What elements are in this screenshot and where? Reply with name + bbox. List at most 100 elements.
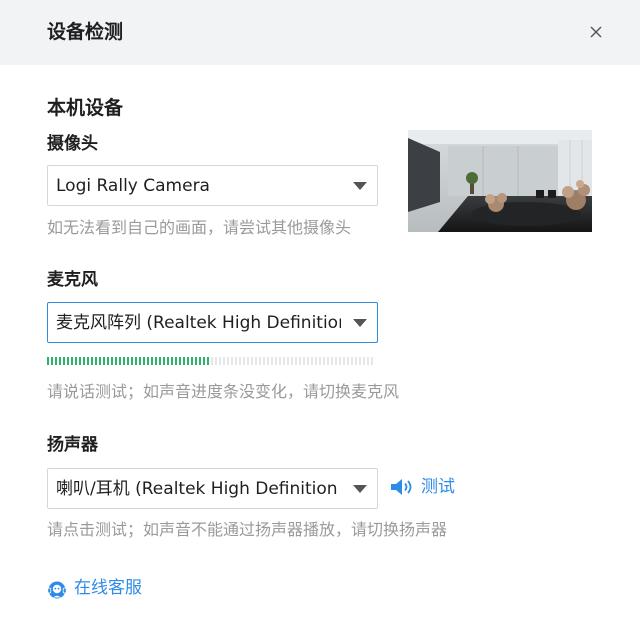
level-segment-active	[135, 357, 137, 365]
camera-select[interactable]: Logi Rally Camera	[47, 165, 378, 206]
level-segment-inactive	[255, 357, 257, 365]
level-segment-active	[159, 357, 161, 365]
level-segment-active	[59, 357, 61, 365]
level-segment-active	[155, 357, 157, 365]
camera-select-value: Logi Rally Camera	[56, 176, 210, 196]
level-segment-active	[67, 357, 69, 365]
level-segment-active	[79, 357, 81, 365]
dialog-title: 设备检测	[47, 21, 124, 43]
speaker-hint: 请点击测试；如声音不能通过扬声器播放，请切换扬声器	[47, 520, 448, 539]
level-segment-inactive	[263, 357, 265, 365]
speaker-test-label: 测试	[421, 477, 455, 497]
caret-down-icon	[353, 182, 367, 190]
level-segment-inactive	[247, 357, 249, 365]
camera-hint: 如无法看到自己的画面，请尝试其他摄像头	[47, 218, 352, 237]
level-segment-inactive	[311, 357, 313, 365]
level-segment-active	[187, 357, 189, 365]
caret-down-icon	[353, 485, 367, 493]
level-segment-inactive	[231, 357, 233, 365]
close-icon	[590, 26, 602, 38]
level-segment-active	[143, 357, 145, 365]
level-segment-active	[51, 357, 53, 365]
level-segment-active	[203, 357, 205, 365]
level-segment-active	[183, 357, 185, 365]
level-segment-inactive	[267, 357, 269, 365]
microphone-label: 麦克风	[47, 270, 98, 290]
level-segment-inactive	[355, 357, 357, 365]
level-segment-active	[83, 357, 85, 365]
level-segment-active	[127, 357, 129, 365]
level-segment-active	[99, 357, 101, 365]
level-segment-active	[199, 357, 201, 365]
level-segment-inactive	[259, 357, 261, 365]
level-segment-active	[71, 357, 73, 365]
level-segment-inactive	[335, 357, 337, 365]
dialog-header: 设备检测	[0, 0, 640, 65]
level-segment-active	[87, 357, 89, 365]
level-segment-inactive	[347, 357, 349, 365]
level-segment-active	[139, 357, 141, 365]
speaker-select-value: 喇叭/耳机 (Realtek High Definition Audio)	[56, 479, 341, 499]
speaker-select[interactable]: 喇叭/耳机 (Realtek High Definition Audio)	[47, 468, 378, 509]
level-segment-inactive	[251, 357, 253, 365]
close-button[interactable]	[584, 20, 608, 44]
level-segment-active	[123, 357, 125, 365]
level-segment-inactive	[327, 357, 329, 365]
level-segment-inactive	[283, 357, 285, 365]
level-segment-inactive	[275, 357, 277, 365]
camera-preview	[408, 130, 592, 232]
level-segment-inactive	[291, 357, 293, 365]
level-segment-active	[119, 357, 121, 365]
level-segment-inactive	[367, 357, 369, 365]
level-segment-active	[179, 357, 181, 365]
level-segment-active	[131, 357, 133, 365]
level-segment-active	[107, 357, 109, 365]
online-service-label: 在线客服	[74, 578, 142, 598]
speaker-icon	[391, 479, 412, 495]
level-segment-active	[91, 357, 93, 365]
level-segment-inactive	[363, 357, 365, 365]
level-segment-active	[175, 357, 177, 365]
level-segment-active	[207, 357, 209, 365]
level-segment-inactive	[219, 357, 221, 365]
device-check-dialog: 设备检测 本机设备 摄像头 Logi Rally Camera 如无法看到自己的…	[0, 0, 640, 640]
level-segment-inactive	[319, 357, 321, 365]
level-segment-active	[171, 357, 173, 365]
level-segment-inactive	[239, 357, 241, 365]
microphone-hint: 请说话测试；如声音进度条没变化，请切换麦克风	[47, 382, 400, 401]
level-segment-inactive	[343, 357, 345, 365]
customer-service-icon	[47, 581, 67, 599]
level-segment-inactive	[223, 357, 225, 365]
level-segment-inactive	[271, 357, 273, 365]
level-segment-active	[115, 357, 117, 365]
level-segment-active	[167, 357, 169, 365]
camera-label: 摄像头	[47, 134, 98, 154]
online-service-link[interactable]: 在线客服	[47, 577, 167, 601]
level-segment-active	[75, 357, 77, 365]
level-segment-inactive	[323, 357, 325, 365]
level-segment-inactive	[339, 357, 341, 365]
level-segment-inactive	[235, 357, 237, 365]
microphone-select-value: 麦克风阵列 (Realtek High Definition Audio)	[56, 313, 341, 333]
level-segment-inactive	[279, 357, 281, 365]
level-segment-inactive	[371, 357, 373, 365]
level-segment-inactive	[227, 357, 229, 365]
level-segment-active	[195, 357, 197, 365]
level-segment-inactive	[307, 357, 309, 365]
level-segment-active	[55, 357, 57, 365]
camera-preview-image	[408, 130, 592, 232]
microphone-select[interactable]: 麦克风阵列 (Realtek High Definition Audio)	[47, 302, 378, 343]
speaker-label: 扬声器	[47, 435, 98, 455]
section-title-local-devices: 本机设备	[47, 97, 124, 119]
level-segment-inactive	[287, 357, 289, 365]
level-segment-inactive	[315, 357, 317, 365]
level-segment-inactive	[351, 357, 353, 365]
level-segment-inactive	[299, 357, 301, 365]
microphone-level-meter	[47, 357, 373, 365]
level-segment-active	[95, 357, 97, 365]
level-segment-active	[147, 357, 149, 365]
level-segment-active	[111, 357, 113, 365]
level-segment-active	[151, 357, 153, 365]
level-segment-inactive	[215, 357, 217, 365]
level-segment-inactive	[303, 357, 305, 365]
